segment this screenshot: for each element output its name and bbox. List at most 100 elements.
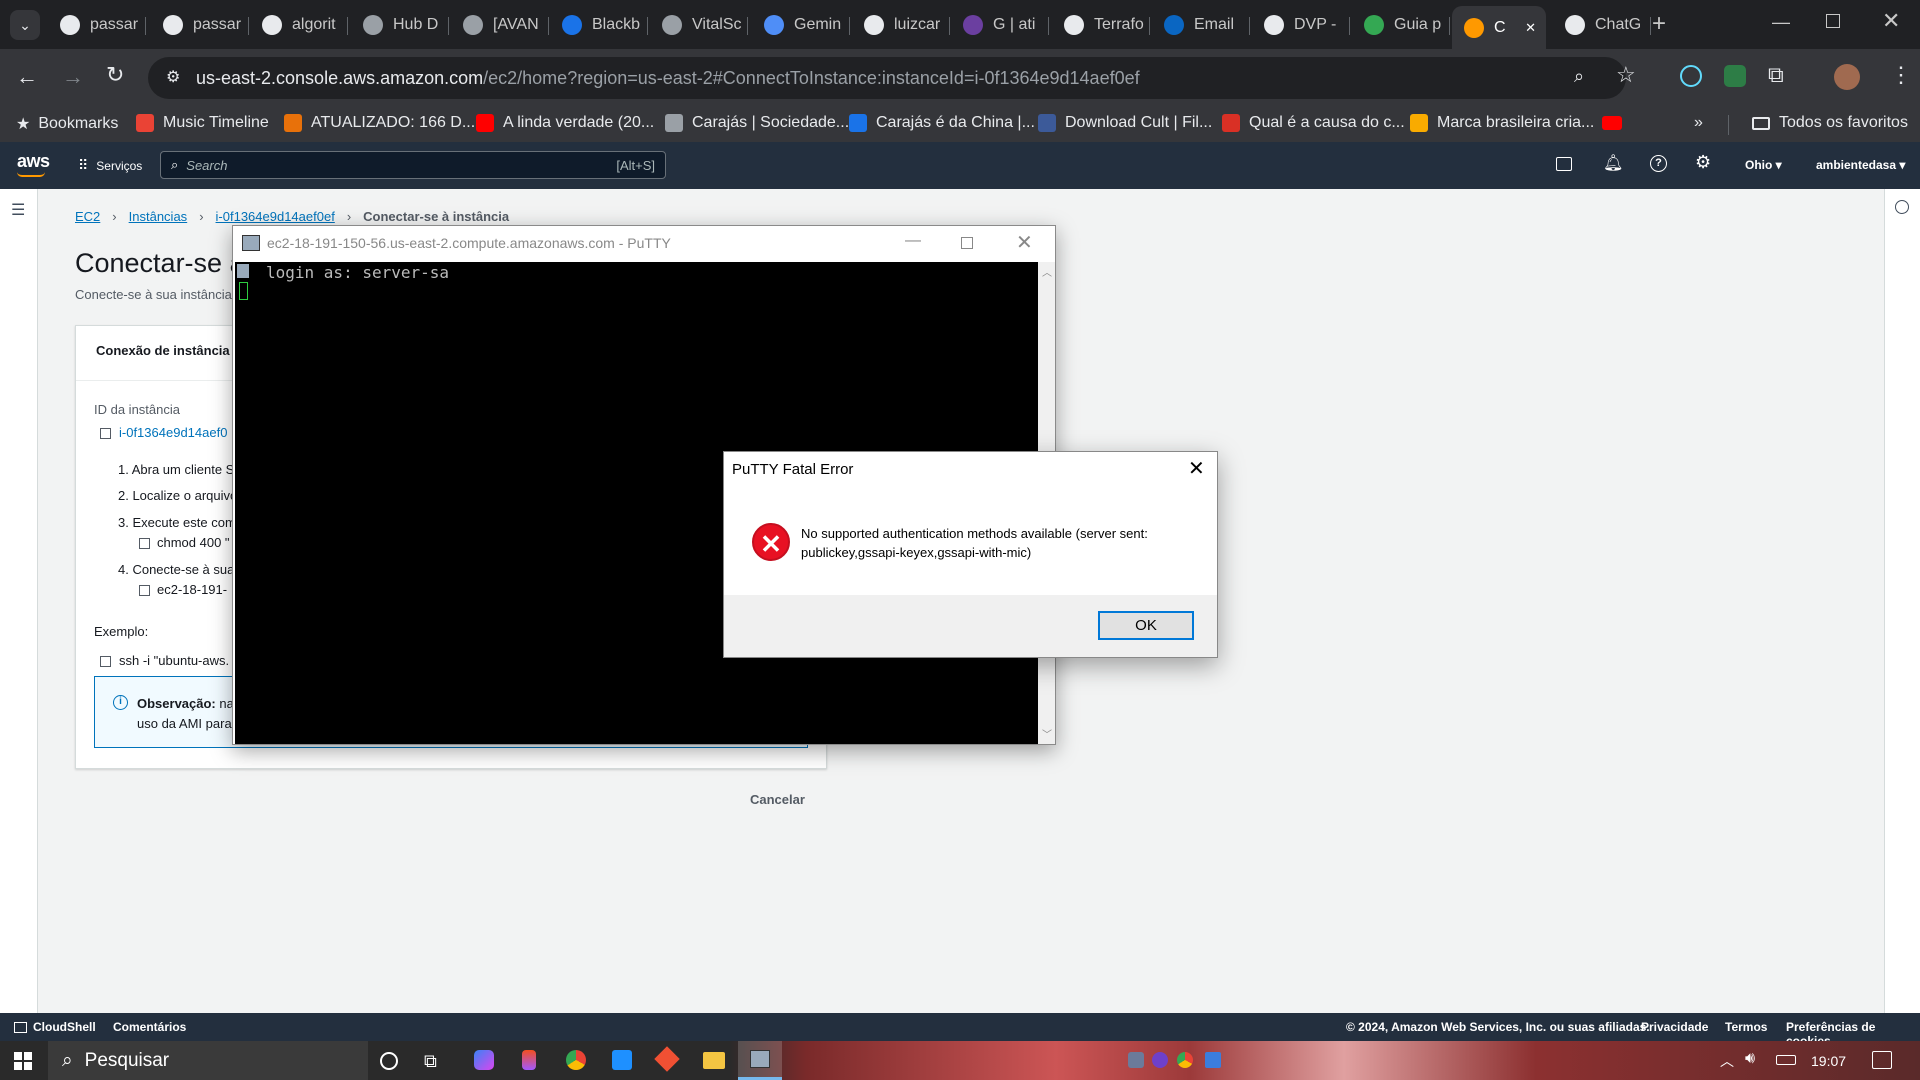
copilot-icon[interactable]	[474, 1050, 494, 1070]
forward-icon[interactable]: →	[62, 64, 84, 90]
dialog-close-button[interactable]: ✕	[1188, 456, 1205, 481]
putty-taskbar-icon[interactable]	[738, 1041, 782, 1080]
scroll-down-icon[interactable]: ﹀	[1042, 726, 1052, 741]
more-bookmarks-icon[interactable]: »	[1694, 114, 1703, 132]
help-icon[interactable]: ?	[1650, 155, 1667, 172]
copy-icon[interactable]	[100, 428, 111, 439]
copy-icon[interactable]	[139, 538, 150, 549]
tab-separator	[145, 17, 146, 35]
cortana-icon[interactable]	[380, 1052, 398, 1070]
browser-tab[interactable]: luizcar	[852, 8, 950, 42]
bookmark-item[interactable]: Marca brasileira cria...	[1410, 114, 1594, 132]
site-info-icon[interactable]: ⚙	[166, 67, 180, 87]
info-panel-icon[interactable]	[1895, 200, 1909, 214]
volume-icon[interactable]: 🔊︎	[1745, 1050, 1755, 1068]
comments-link[interactable]: Comentários	[113, 1020, 186, 1034]
breadcrumb-instance-id[interactable]: i-0f1364e9d14aef0ef	[216, 209, 335, 224]
browser-tab[interactable]: C ✕	[1452, 6, 1546, 49]
tray-github-icon[interactable]	[1152, 1052, 1168, 1068]
putty-fatal-error-dialog[interactable]: PuTTY Fatal Error ✕ ✕ No supported authe…	[723, 451, 1218, 658]
browser-tab[interactable]: Gemin	[752, 8, 850, 42]
battery-icon[interactable]	[1776, 1055, 1796, 1065]
tray-chevron-icon[interactable]: ︿	[1720, 1051, 1734, 1071]
clock[interactable]: 19:07	[1811, 1053, 1846, 1069]
browser-tab[interactable]: [AVAN	[451, 8, 549, 42]
figma-icon[interactable]	[522, 1050, 536, 1070]
putty-minimize-button[interactable]: —	[905, 232, 921, 250]
bookmark-item[interactable]: Qual é a causa do c...	[1222, 114, 1405, 132]
cloudshell-icon[interactable]	[1556, 157, 1572, 171]
bookmark-star-icon-right[interactable]: ☆	[1616, 62, 1636, 88]
notifications-bell-icon[interactable]: 🔔︎	[1603, 153, 1623, 173]
ok-button[interactable]: OK	[1098, 611, 1194, 640]
tab-close-icon[interactable]: ✕	[1525, 20, 1536, 36]
bookmark-item[interactable]: Music Timeline	[136, 114, 269, 132]
browser-tab[interactable]: ChatG	[1553, 8, 1651, 42]
address-bar[interactable]: ⚙ us-east-2.console.aws.amazon.com/ec2/h…	[148, 57, 1626, 99]
cloudshell-link[interactable]: CloudShell	[14, 1020, 96, 1034]
notification-center-icon[interactable]	[1872, 1051, 1892, 1069]
browser-tab[interactable]: passar	[48, 8, 146, 42]
all-bookmarks[interactable]: Todos os favoritos	[1752, 114, 1908, 132]
git-icon[interactable]	[654, 1046, 680, 1072]
profile-avatar[interactable]	[1834, 64, 1860, 90]
taskbar-search[interactable]: ⌕ Pesquisar	[48, 1041, 368, 1080]
breadcrumb-ec2[interactable]: EC2	[75, 209, 100, 224]
browser-tab[interactable]: Email	[1152, 8, 1250, 42]
back-icon[interactable]: ←	[16, 64, 38, 90]
file-explorer-icon[interactable]	[703, 1052, 725, 1069]
windows-start-icon[interactable]	[14, 1052, 32, 1070]
chrome-icon[interactable]	[566, 1050, 586, 1070]
window-restore-button[interactable]	[1826, 14, 1840, 28]
putty-titlebar[interactable]: ec2-18-191-150-56.us-east-2.compute.amaz…	[233, 226, 1055, 262]
reload-icon[interactable]: ↻	[106, 62, 124, 88]
window-close-button[interactable]: ✕	[1882, 8, 1900, 34]
browser-tab[interactable]: DVP -	[1252, 8, 1350, 42]
browser-tab[interactable]: algorit	[250, 8, 348, 42]
settings-gear-icon[interactable]: ⚙	[1695, 152, 1711, 173]
browser-tab[interactable]: Guia p	[1352, 8, 1450, 42]
copy-icon[interactable]	[100, 656, 111, 667]
copy-icon[interactable]	[139, 585, 150, 596]
tab-search-button[interactable]: ⌄	[10, 10, 40, 40]
browser-tab[interactable]: Hub D	[351, 8, 449, 42]
privacy-link[interactable]: Privacidade	[1641, 1020, 1708, 1034]
aws-logo[interactable]: aws	[17, 151, 50, 172]
aws-search-input[interactable]: ⌕ Search [Alt+S]	[160, 151, 666, 179]
browser-tab[interactable]: Terrafo	[1052, 8, 1150, 42]
cancel-button[interactable]: Cancelar	[750, 792, 805, 807]
bookmark-item[interactable]: ATUALIZADO: 166 D...	[284, 114, 475, 132]
browser-tab[interactable]: VitalSc	[650, 8, 748, 42]
menu-icon[interactable]: ⋮	[1890, 62, 1912, 88]
services-menu[interactable]: ⠿ Serviços	[78, 157, 142, 174]
browser-tab[interactable]: G | ati	[951, 8, 1049, 42]
browser-tab[interactable]: Blackb	[550, 8, 648, 42]
react-devtools-icon[interactable]	[1680, 65, 1702, 87]
bookmark-item[interactable]: A linda verdade (20...	[476, 114, 654, 132]
account-menu[interactable]: ambientedasa ▾	[1816, 158, 1905, 172]
putty-maximize-button[interactable]	[961, 237, 973, 249]
bookmarks-folder[interactable]: ★ Bookmarks	[16, 114, 118, 134]
region-selector[interactable]: Ohio ▾	[1745, 158, 1782, 172]
scroll-up-icon[interactable]: ︿	[1042, 264, 1052, 279]
tray-app-icon[interactable]	[1128, 1052, 1144, 1068]
instance-id-link[interactable]: i-0f1364e9d14aef0	[119, 425, 227, 440]
zoom-icon[interactable]: ⌕	[1574, 66, 1584, 87]
tray-chrome-icon[interactable]	[1177, 1052, 1193, 1068]
youtube-bookmark-icon[interactable]	[1602, 114, 1631, 130]
browser-tab[interactable]: passar	[151, 8, 249, 42]
extension-icon[interactable]	[1724, 65, 1746, 87]
bookmark-item[interactable]: Carajás é da China |...	[849, 114, 1035, 132]
tray-app2-icon[interactable]	[1205, 1052, 1221, 1068]
new-tab-button[interactable]: +	[1652, 10, 1666, 38]
bookmark-item[interactable]: Download Cult | Fil...	[1038, 114, 1212, 132]
terms-link[interactable]: Termos	[1725, 1020, 1767, 1034]
putty-close-button[interactable]: ✕	[1016, 230, 1033, 255]
photos-icon[interactable]	[612, 1050, 632, 1070]
task-view-icon[interactable]: ⧉	[424, 1051, 437, 1072]
window-minimize-button[interactable]: —	[1772, 12, 1790, 33]
bookmark-item[interactable]: Carajás | Sociedade...	[665, 114, 849, 132]
breadcrumb-instances[interactable]: Instâncias	[129, 209, 188, 224]
hamburger-menu-icon[interactable]: ☰	[11, 200, 25, 220]
extensions-puzzle-icon[interactable]: ⧉	[1768, 62, 1784, 88]
